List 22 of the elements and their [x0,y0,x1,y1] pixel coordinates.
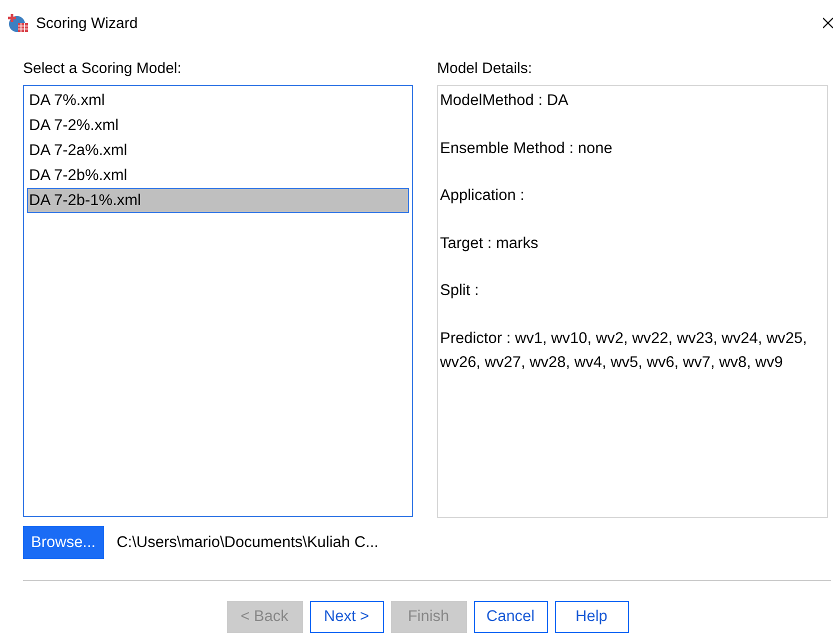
detail-line: Split : [440,281,480,301]
wizard-button[interactable]: Help [554,601,628,633]
list-item[interactable]: DA 7-2%.xml [27,113,409,138]
list-label: Select a Scoring Model: [23,59,182,77]
details-label: Model Details: [437,59,534,77]
detail-line: ModelMethod : DA [440,91,570,111]
detail-line: Ensemble Method : none [440,138,614,158]
list-item[interactable]: DA 7-2b-1%.xml [27,188,409,213]
model-list[interactable]: DA 7%.xml DA 7-2%.xml DA 7-2a%.xml DA 7-2b%.xml DA 7-2b-1%.xml [23,85,413,517]
list-item[interactable]: DA 7-2b%.xml [27,163,409,188]
detail-line: Target : marks [440,234,540,254]
wizard-button[interactable]: Next > [310,601,384,633]
app-icon [8,12,30,34]
detail-line: Predictor : wv1, wv10, wv2, wv22, wv23, wv24, wv25, wv26, wv27, wv28, wv4, wv5, wv6, wv7, wv8, wv9 [440,328,808,372]
browse-button[interactable]: Browse... [23,526,104,559]
list-item[interactable]: DA 7-2a%.xml [27,138,409,163]
wizard-button[interactable]: Cancel [474,601,548,633]
list-item[interactable]: DA 7%.xml [27,88,409,113]
close-icon[interactable] [823,17,833,29]
detail-line: Application : [440,186,526,206]
file-path: C:\Users\mario\Documents\Kuliah C... [116,534,378,552]
window-title: Scoring Wizard [36,14,138,32]
